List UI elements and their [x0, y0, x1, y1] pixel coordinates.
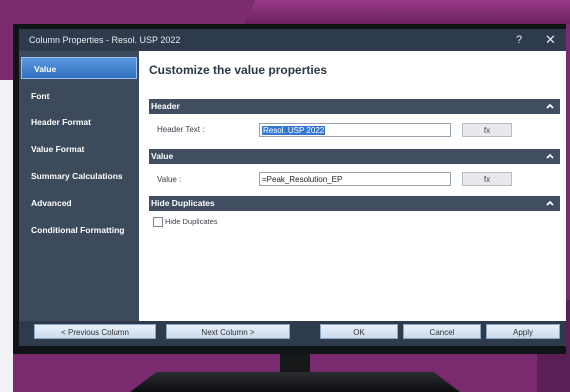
- close-icon[interactable]: ✕: [545, 29, 556, 51]
- sidebar: Value Font Header Format Value Format Su…: [19, 51, 139, 321]
- sidebar-item-value-format[interactable]: Value Format: [19, 138, 139, 160]
- sidebar-item-summary-calculations[interactable]: Summary Calculations: [19, 165, 139, 187]
- background-left-strip: [0, 80, 13, 392]
- section-value[interactable]: Value: [149, 149, 560, 164]
- content-panel: Customize the value properties Header He…: [139, 51, 566, 321]
- sidebar-item-font[interactable]: Font: [19, 85, 139, 107]
- dialog-window: Column Properties - Resol. USP 2022 ? ✕ …: [19, 29, 566, 346]
- next-column-button[interactable]: Next Column >: [166, 324, 290, 339]
- cancel-button[interactable]: Cancel: [403, 324, 481, 339]
- hide-duplicates-label[interactable]: Hide Duplicates: [165, 217, 218, 226]
- hide-duplicates-checkbox[interactable]: [153, 217, 163, 227]
- value-label: Value :: [157, 175, 182, 184]
- help-icon[interactable]: ?: [516, 29, 522, 51]
- window-title: Column Properties - Resol. USP 2022: [29, 35, 181, 45]
- background-shape: [244, 0, 570, 24]
- section-hide-duplicates-title: Hide Duplicates: [151, 198, 215, 208]
- header-text-value: Resol. USP 2022: [262, 126, 326, 135]
- page-title: Customize the value properties: [149, 63, 328, 77]
- value-field[interactable]: =Peak_Resolution_EP: [259, 172, 451, 186]
- chevron-up-icon[interactable]: [545, 99, 555, 114]
- apply-button[interactable]: Apply: [486, 324, 560, 339]
- section-header-title: Header: [151, 101, 180, 111]
- chevron-up-icon[interactable]: [545, 149, 555, 164]
- previous-column-button[interactable]: < Previous Column: [34, 324, 156, 339]
- header-text-label: Header Text :: [157, 125, 205, 134]
- header-fx-button[interactable]: fx: [462, 123, 512, 137]
- sidebar-item-header-format[interactable]: Header Format: [19, 111, 139, 133]
- header-text-field[interactable]: Resol. USP 2022: [259, 123, 451, 137]
- section-value-title: Value: [151, 151, 174, 161]
- dialog-footer: < Previous Column Next Column > OK Cance…: [19, 321, 566, 346]
- sidebar-item-conditional-formatting[interactable]: Conditional Formatting: [19, 219, 139, 241]
- title-bar: Column Properties - Resol. USP 2022 ? ✕: [19, 29, 566, 51]
- monitor-stand-base: [130, 372, 460, 392]
- sidebar-item-advanced[interactable]: Advanced: [19, 192, 139, 214]
- ok-button[interactable]: OK: [320, 324, 398, 339]
- monitor-stand-neck: [280, 354, 310, 372]
- section-hide-duplicates[interactable]: Hide Duplicates: [149, 196, 560, 211]
- sidebar-item-value[interactable]: Value: [21, 57, 137, 79]
- section-header[interactable]: Header: [149, 99, 560, 114]
- chevron-up-icon[interactable]: [545, 196, 555, 211]
- value-fx-button[interactable]: fx: [462, 172, 512, 186]
